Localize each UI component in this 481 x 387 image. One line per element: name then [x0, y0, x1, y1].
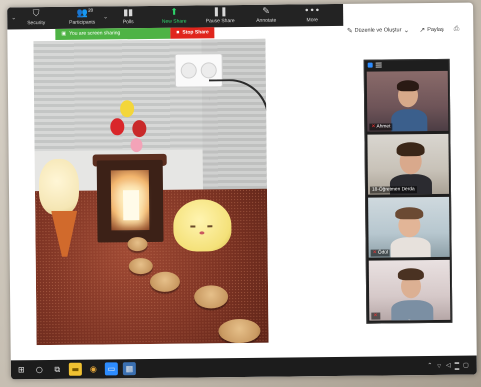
participant-tile[interactable]: ✕ Ödül [368, 196, 450, 258]
candle [122, 190, 140, 221]
new-share-label: New Share [161, 18, 187, 25]
sharing-status: ▣ You are screen sharing [55, 27, 171, 40]
mic-muted-icon: ✕ [372, 249, 377, 256]
sharing-text: You are screen sharing [69, 30, 121, 37]
pink-balloon [130, 138, 143, 153]
stop-share-button[interactable]: ■ Stop Share [170, 27, 215, 39]
chevron-up-icon[interactable]: ⌃ [427, 362, 432, 369]
participant-panel: ✕ Ahmet 18-Öğretmen Derda ✕ Ödül ✕ ⌄ [363, 58, 453, 324]
pause-share-icon: ❚❚ [212, 6, 228, 17]
photo-frame: ⌄ ⛉ Security 👥 20 Participants ⌄ ▮▮ Poll… [0, 0, 481, 387]
edit-create-label: Düzenle ve Oluştur [354, 26, 402, 34]
toy-mouth [199, 231, 205, 235]
edit-create-button[interactable]: ✎ Düzenle ve Oluştur ⌄ [347, 26, 410, 35]
mic-muted-icon: ✕ [371, 123, 376, 130]
participant-name-tag: ✕ Ahmet [369, 123, 393, 131]
search-icon[interactable]: ○ [33, 363, 46, 376]
zoom-app-icon[interactable]: ▭ [104, 362, 118, 376]
toy-eye [207, 225, 213, 228]
participant-name: Ödül [377, 250, 389, 256]
security-label: Security [27, 19, 46, 26]
laptop-screen: ⌄ ⛉ Security 👥 20 Participants ⌄ ▮▮ Poll… [7, 2, 477, 380]
notification-icon[interactable]: ▢ [463, 362, 469, 369]
windows-start-icon[interactable]: ⊞ [15, 363, 28, 376]
participant-name-tag: 18-Öğretmen Derda [369, 186, 417, 194]
annotate-label: Annotate [256, 17, 277, 24]
socket-hole [180, 62, 197, 79]
more-icon: ••• [304, 5, 321, 16]
new-share-button[interactable]: ⬆ New Share [151, 5, 197, 27]
polls-label: Polls [122, 18, 134, 25]
participant-name-tag: ✕ Ödül [370, 249, 391, 257]
new-share-icon: ⬆ [170, 7, 178, 18]
icecream-scoop [38, 158, 80, 216]
clock[interactable]: ▬ ▬ [455, 360, 460, 371]
polls-button[interactable]: ⌄ ▮▮ Polls [103, 6, 151, 28]
stop-share-label: Stop Share [182, 29, 209, 36]
chevron-down-icon[interactable]: ⌄ [11, 14, 16, 21]
chrome-icon[interactable]: ◉ [87, 362, 100, 375]
shared-photo [33, 38, 269, 346]
network-icon[interactable]: ⌔ [436, 361, 442, 369]
participants-count: 20 [88, 7, 94, 13]
participants-button[interactable]: 👥 20 Participants [59, 6, 105, 28]
yellow-balloon [120, 100, 135, 118]
system-tray: ⌃ ⌔ ◁ ▬ ▬ ▢ [427, 360, 477, 372]
annotate-button[interactable]: ✎ Annotate [243, 4, 289, 26]
panel-header [365, 60, 449, 70]
participant-name: Ahmet [376, 124, 391, 130]
photos-app-icon[interactable]: ▦ [122, 362, 136, 376]
participant-tile[interactable]: ✕ Ahmet [366, 70, 449, 132]
chevron-down-icon[interactable]: ⌄ [103, 13, 108, 20]
participant-name: 18-Öğretmen Derda [371, 187, 415, 193]
participant-tile[interactable]: 18-Öğretmen Derda [367, 133, 450, 195]
share-label: Paylaş [427, 26, 444, 33]
polls-icon: ▮▮ [123, 7, 134, 18]
socket-hole [200, 62, 217, 79]
window-controls: ✎ Düzenle ve Oluştur ⌄ ↗ Paylaş ⎙ [347, 25, 460, 35]
file-explorer-icon[interactable]: ▬ [68, 362, 82, 376]
red-balloon [132, 119, 147, 138]
participants-label: Participants [69, 19, 96, 26]
stop-icon: ■ [176, 29, 180, 36]
pause-share-button[interactable]: ❚❚ Pause Share [197, 5, 243, 27]
share-banner: ▣ You are screen sharing ■ Stop Share [55, 27, 215, 40]
yellow-toy [173, 199, 232, 252]
participant-body [390, 237, 431, 258]
participant-tile[interactable]: ✕ [368, 259, 451, 321]
red-balloon [110, 118, 125, 136]
annotate-icon: ✎ [262, 6, 270, 17]
toy-eye [190, 225, 196, 228]
zoom-toolbar: ⌄ ⛉ Security 👥 20 Participants ⌄ ▮▮ Poll… [7, 3, 344, 30]
more-button[interactable]: ••• More [289, 4, 335, 26]
screen-share-icon: ▣ [61, 30, 67, 37]
edit-icon: ✎ [346, 26, 353, 35]
more-label: More [306, 16, 318, 23]
shield-icon: ⛉ [32, 8, 40, 19]
scroll-down-icon[interactable]: ⌄ [367, 316, 451, 323]
print-icon[interactable]: ⎙ [454, 25, 460, 34]
task-view-icon[interactable]: ⧉ [51, 363, 64, 376]
volume-icon[interactable]: ◁ [446, 362, 451, 369]
participant-body [391, 109, 428, 132]
participant-hair [396, 80, 419, 92]
clock-date: ▬ [454, 365, 460, 371]
chevron-down-icon: ⌄ [403, 25, 410, 34]
pause-share-label: Pause Share [205, 17, 235, 24]
menu-icon[interactable] [375, 62, 382, 68]
security-button[interactable]: ⌄ ⛉ Security [11, 7, 59, 29]
participants-icon: 👥 [76, 8, 88, 19]
participant-hair [395, 207, 424, 220]
participant-hair [396, 142, 425, 157]
view-icon[interactable] [367, 62, 373, 68]
share-icon: ↗ [419, 25, 426, 34]
participant-hair [397, 268, 424, 281]
share-button[interactable]: ↗ Paylaş [419, 25, 444, 34]
taskbar: ⊞ ○ ⧉ ▬ ◉ ▭ ▦ ⌃ ⌔ ◁ ▬ ▬ ▢ [10, 355, 477, 380]
